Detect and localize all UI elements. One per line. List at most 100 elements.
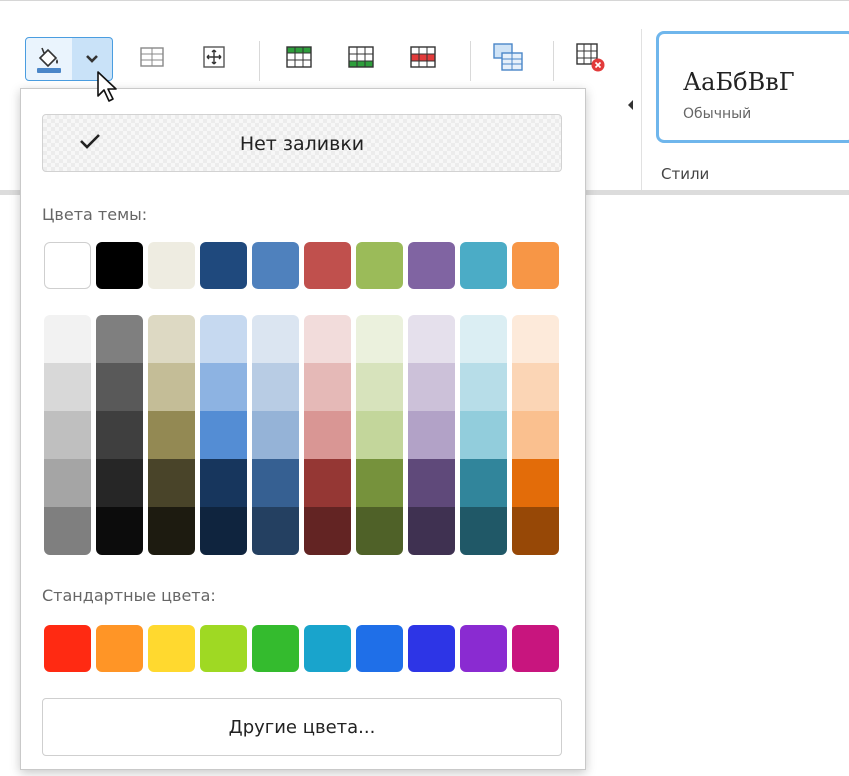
- theme-shade-swatch[interactable]: [460, 315, 507, 363]
- theme-shade-swatch[interactable]: [460, 411, 507, 459]
- theme-shade-swatch[interactable]: [460, 363, 507, 411]
- theme-shade-swatch[interactable]: [96, 315, 143, 363]
- standard-color-swatch[interactable]: [304, 625, 351, 672]
- theme-shade-swatch[interactable]: [44, 459, 91, 507]
- theme-shade-column: [252, 315, 299, 555]
- standard-color-swatch[interactable]: [200, 625, 247, 672]
- theme-shade-swatch[interactable]: [44, 411, 91, 459]
- theme-shade-swatch[interactable]: [252, 363, 299, 411]
- theme-color-swatch[interactable]: [304, 242, 351, 289]
- theme-shade-swatch[interactable]: [252, 315, 299, 363]
- theme-shade-swatch[interactable]: [200, 459, 247, 507]
- theme-color-swatch[interactable]: [356, 242, 403, 289]
- theme-shade-column: [44, 315, 91, 555]
- theme-shade-swatch[interactable]: [96, 363, 143, 411]
- insert-row-above-button[interactable]: [281, 39, 317, 75]
- table-properties-icon: [492, 41, 524, 73]
- table-insert-row-above-icon: [284, 43, 314, 71]
- theme-shade-column: [304, 315, 351, 555]
- table-insert-row-below-icon: [346, 43, 376, 71]
- no-fill-label: Нет заливки: [239, 133, 365, 155]
- move-cell-button[interactable]: [196, 39, 232, 75]
- theme-color-swatch[interactable]: [252, 242, 299, 289]
- ribbon-group-separator: [641, 29, 642, 191]
- theme-shade-swatch[interactable]: [148, 411, 195, 459]
- more-colors-button[interactable]: Другие цвета...: [42, 698, 562, 756]
- theme-shade-swatch[interactable]: [200, 315, 247, 363]
- theme-shade-swatch[interactable]: [252, 459, 299, 507]
- standard-color-swatch[interactable]: [460, 625, 507, 672]
- theme-shade-swatch[interactable]: [44, 507, 91, 555]
- theme-shade-swatch[interactable]: [512, 459, 559, 507]
- cell-borders-button[interactable]: [134, 39, 170, 75]
- theme-shade-swatch[interactable]: [356, 363, 403, 411]
- theme-shade-swatch[interactable]: [356, 507, 403, 555]
- standard-color-swatch[interactable]: [44, 625, 91, 672]
- standard-color-swatch[interactable]: [356, 625, 403, 672]
- theme-shade-swatch[interactable]: [408, 315, 455, 363]
- no-fill-option[interactable]: Нет заливки: [42, 114, 562, 172]
- theme-shade-swatch[interactable]: [512, 315, 559, 363]
- theme-color-swatch[interactable]: [200, 242, 247, 289]
- theme-shade-swatch[interactable]: [148, 315, 195, 363]
- theme-color-swatch[interactable]: [148, 242, 195, 289]
- theme-shade-swatch[interactable]: [148, 459, 195, 507]
- theme-shade-swatch[interactable]: [304, 507, 351, 555]
- ribbon-scroll-left-icon[interactable]: [628, 100, 633, 110]
- toolbar-separator: [470, 41, 471, 81]
- theme-shade-swatch[interactable]: [252, 507, 299, 555]
- theme-shade-swatch[interactable]: [408, 411, 455, 459]
- theme-shade-swatch[interactable]: [304, 315, 351, 363]
- standard-color-swatch[interactable]: [252, 625, 299, 672]
- theme-shade-swatch[interactable]: [96, 507, 143, 555]
- delete-row-button[interactable]: [405, 39, 441, 75]
- style-tile-normal[interactable]: АаБбВвГ Обычный: [656, 31, 849, 143]
- theme-shade-swatch[interactable]: [512, 507, 559, 555]
- theme-shade-swatch[interactable]: [96, 459, 143, 507]
- theme-shade-swatch[interactable]: [200, 411, 247, 459]
- mouse-cursor-icon: [96, 70, 122, 108]
- styles-group-label: Стили: [661, 165, 710, 183]
- theme-shade-column: [512, 315, 559, 555]
- theme-color-swatch[interactable]: [408, 242, 455, 289]
- theme-shade-swatch[interactable]: [96, 411, 143, 459]
- theme-shade-column: [356, 315, 403, 555]
- theme-shade-swatch[interactable]: [408, 363, 455, 411]
- theme-color-swatch[interactable]: [512, 242, 559, 289]
- style-name: Обычный: [683, 106, 752, 122]
- delete-table-button[interactable]: [572, 39, 608, 75]
- theme-shade-swatch[interactable]: [304, 363, 351, 411]
- theme-shade-swatch[interactable]: [304, 459, 351, 507]
- toolbar-separator: [553, 41, 554, 81]
- standard-color-swatch[interactable]: [512, 625, 559, 672]
- theme-shade-swatch[interactable]: [44, 315, 91, 363]
- theme-shade-swatch[interactable]: [408, 507, 455, 555]
- theme-shade-swatch[interactable]: [44, 363, 91, 411]
- standard-color-swatch[interactable]: [408, 625, 455, 672]
- theme-shade-swatch[interactable]: [512, 363, 559, 411]
- theme-shade-swatch[interactable]: [460, 459, 507, 507]
- standard-color-swatch[interactable]: [96, 625, 143, 672]
- theme-shade-swatch[interactable]: [512, 411, 559, 459]
- theme-shade-swatch[interactable]: [356, 315, 403, 363]
- theme-color-swatch[interactable]: [44, 242, 91, 289]
- theme-shade-swatch[interactable]: [200, 507, 247, 555]
- theme-shade-swatch[interactable]: [356, 411, 403, 459]
- theme-color-swatch[interactable]: [460, 242, 507, 289]
- theme-shade-swatch[interactable]: [460, 507, 507, 555]
- table-delete-row-icon: [408, 43, 438, 71]
- theme-shade-swatch[interactable]: [148, 363, 195, 411]
- table-properties-button[interactable]: [490, 39, 526, 75]
- chevron-down-icon: [85, 54, 99, 64]
- theme-shade-swatch[interactable]: [252, 411, 299, 459]
- theme-shade-swatch[interactable]: [408, 459, 455, 507]
- move-arrows-icon: [200, 43, 228, 71]
- theme-shade-swatch[interactable]: [356, 459, 403, 507]
- theme-color-swatch[interactable]: [96, 242, 143, 289]
- fill-color-button[interactable]: [25, 37, 73, 81]
- insert-row-below-button[interactable]: [343, 39, 379, 75]
- theme-shade-swatch[interactable]: [148, 507, 195, 555]
- theme-shade-swatch[interactable]: [304, 411, 351, 459]
- theme-shade-swatch[interactable]: [200, 363, 247, 411]
- standard-color-swatch[interactable]: [148, 625, 195, 672]
